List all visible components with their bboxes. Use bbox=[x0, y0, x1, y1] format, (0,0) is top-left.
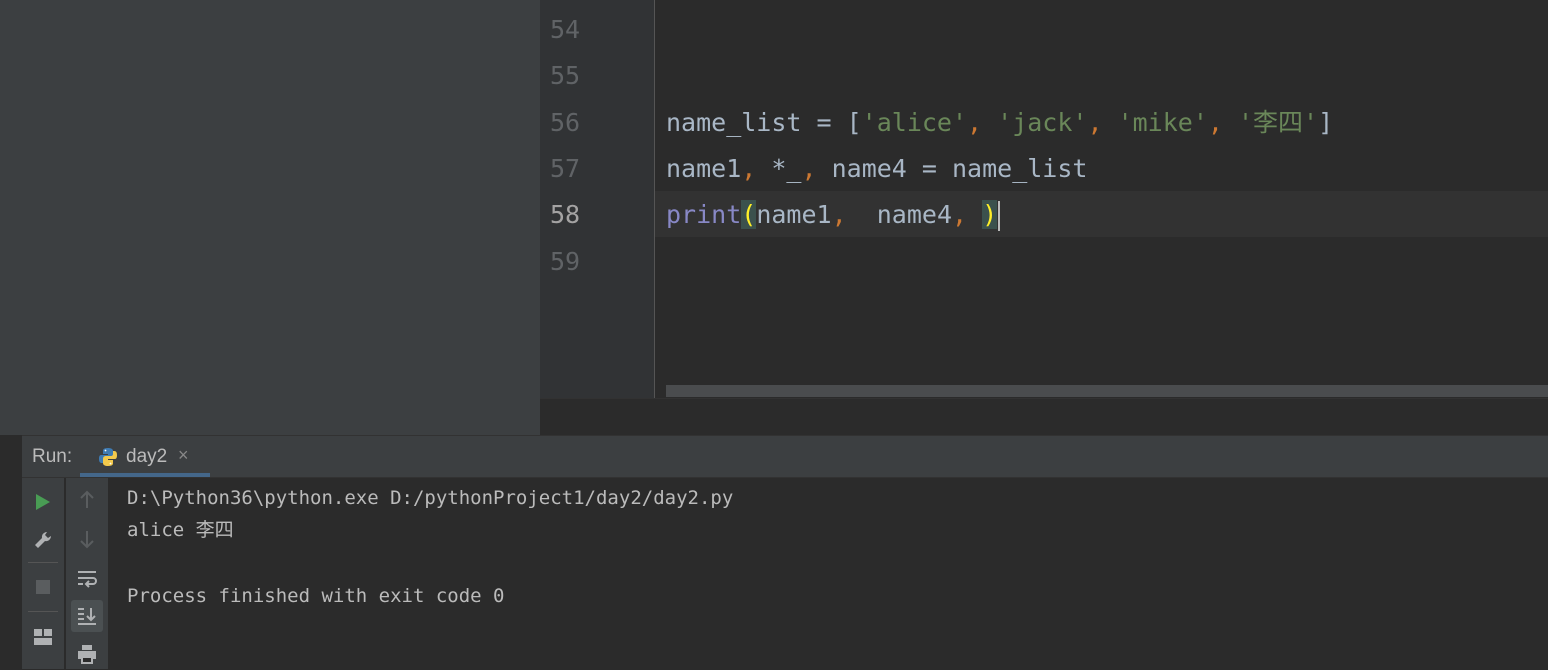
code-token: , bbox=[801, 153, 832, 183]
code-token: ) bbox=[982, 200, 998, 230]
arrow-down-icon[interactable] bbox=[71, 523, 103, 555]
code-token: name_list = [ bbox=[666, 107, 862, 137]
left-tool-strip bbox=[0, 0, 23, 435]
line-number: 57 bbox=[550, 153, 581, 183]
console-line: Process finished with exit code 0 bbox=[127, 585, 505, 607]
horizontal-scrollbar[interactable] bbox=[666, 385, 1548, 397]
run-toolbar-primary bbox=[22, 478, 64, 669]
scroll-to-end-icon[interactable] bbox=[71, 600, 103, 632]
close-icon[interactable]: × bbox=[178, 445, 189, 466]
python-icon bbox=[99, 448, 117, 466]
run-header: Run: day2 × bbox=[22, 436, 1548, 478]
code-token: , bbox=[1207, 107, 1238, 137]
line-number: 58 bbox=[550, 200, 581, 230]
code-token: , bbox=[1087, 107, 1118, 137]
console-line: alice 李四 bbox=[127, 519, 234, 541]
code-token: 'mike' bbox=[1117, 107, 1208, 137]
code-token: name4 = name_list bbox=[831, 153, 1088, 183]
code-line[interactable]: name_list = ['alice', 'jack', 'mike', '李… bbox=[666, 100, 1333, 146]
code-token: '李四' bbox=[1237, 107, 1319, 137]
line-number: 56 bbox=[550, 107, 581, 137]
stop-icon[interactable] bbox=[27, 571, 59, 603]
code-token: , bbox=[952, 200, 983, 230]
run-tab-day2[interactable]: day2 × bbox=[80, 436, 210, 477]
code-line[interactable]: name1, *_, name4 = name_list bbox=[666, 146, 1087, 192]
run-toolbar-secondary bbox=[66, 478, 108, 669]
layout-icon[interactable] bbox=[27, 621, 59, 653]
code-token: print bbox=[666, 200, 742, 230]
toolbar-separator bbox=[28, 611, 58, 612]
code-token: , bbox=[741, 153, 772, 183]
line-number: 54 bbox=[550, 15, 581, 44]
code-token: ( bbox=[741, 200, 757, 230]
project-panel bbox=[22, 0, 540, 435]
toolbar-separator bbox=[28, 562, 58, 563]
run-tab-label: day2 bbox=[126, 446, 168, 467]
editor-bottom-bar bbox=[540, 398, 1548, 436]
code-token: 'jack' bbox=[997, 107, 1088, 137]
code-token: , bbox=[967, 107, 998, 137]
line-number: 55 bbox=[550, 61, 581, 91]
code-token: ] bbox=[1318, 107, 1334, 137]
console-line: D:\Python36\python.exe D:/pythonProject1… bbox=[127, 487, 734, 509]
code-token: name1 bbox=[756, 200, 832, 230]
code-editor[interactable]: 54 55 56 57 58 59 name_list = ['alice', 'jack… bbox=[540, 0, 1548, 436]
code-token: name4 bbox=[876, 200, 953, 230]
soft-wrap-icon[interactable] bbox=[71, 562, 103, 594]
run-tool-window: Run: day2 × D:\Python36\python.exe D:/py… bbox=[22, 435, 1548, 669]
wrench-icon[interactable] bbox=[27, 524, 59, 556]
console-output[interactable]: D:\Python36\python.exe D:/pythonProject1… bbox=[127, 482, 733, 612]
line-number: 59 bbox=[550, 246, 581, 276]
active-tab-indicator bbox=[80, 473, 210, 477]
code-token: *_ bbox=[771, 153, 802, 183]
gutter-separator bbox=[654, 0, 655, 398]
code-line[interactable]: print(name1, name4, ) bbox=[666, 192, 1001, 238]
run-icon[interactable] bbox=[27, 486, 59, 518]
arrow-up-icon[interactable] bbox=[71, 484, 103, 516]
code-token: 'alice' bbox=[861, 107, 968, 137]
print-icon[interactable] bbox=[71, 638, 103, 670]
run-label: Run: bbox=[32, 446, 73, 467]
code-token: , bbox=[831, 200, 877, 230]
code-token: name1 bbox=[666, 153, 742, 183]
text-caret bbox=[998, 201, 1001, 232]
